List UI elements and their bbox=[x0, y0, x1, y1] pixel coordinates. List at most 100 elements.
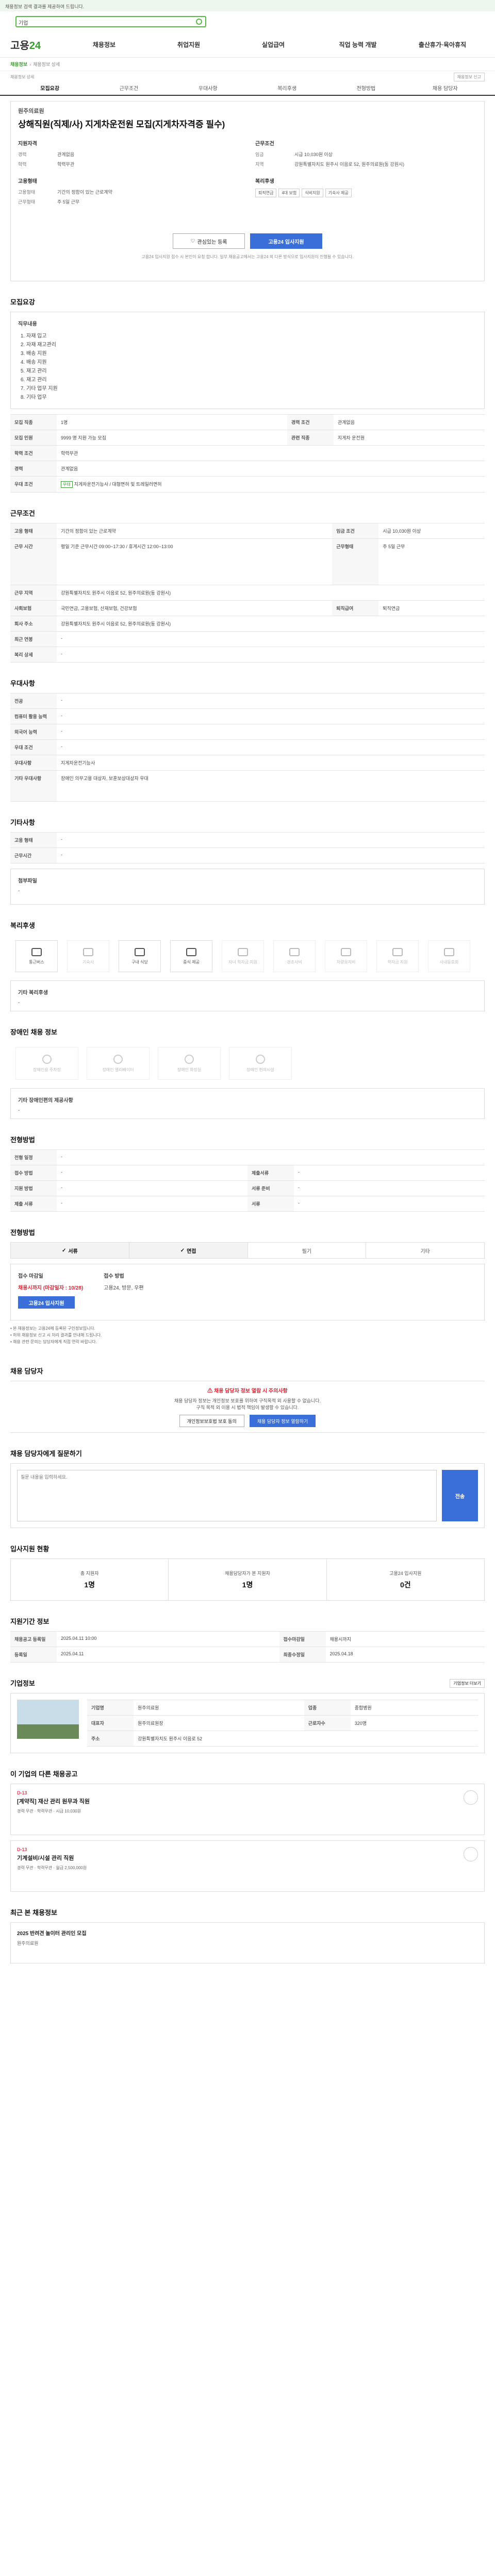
apply-deadline-block: 접수 마감일 채용시까지 (마감일자 : 10/28) 고용24 입사지원 bbox=[18, 1272, 83, 1313]
method-etc[interactable]: 기타 bbox=[366, 1243, 484, 1258]
benefit-label: 차량유지비 bbox=[336, 959, 356, 964]
table-cell: 주 5일 근무 bbox=[378, 538, 485, 585]
gnb-item-jobs[interactable]: 채용정보 bbox=[62, 40, 146, 49]
tab-recruit[interactable]: 모집요강 bbox=[10, 84, 89, 95]
benefit-item: 경조사비 bbox=[273, 940, 316, 972]
table-row: 등록일 2025.04.11 최종수정일 2025.04.18 bbox=[10, 1647, 485, 1663]
contact-warn: ⚠ 채용 담당자 정보 열람 시 주의사항 bbox=[10, 1386, 485, 1394]
benefit-label: 중식 제공 bbox=[183, 959, 200, 964]
table-cell: 우대 지게차운전기능사 / 대형면허 및 트레일러면허 bbox=[57, 476, 485, 493]
employment-list: 고용형태 기간의 정함이 있는 근로계약 근무형태 주 5일 근무 bbox=[18, 189, 240, 205]
table-cell: - bbox=[57, 631, 485, 647]
benefit-item: 학자금 지원 bbox=[376, 940, 419, 972]
tab-pref[interactable]: 우대사항 bbox=[169, 84, 248, 95]
benefit-label: 경조사비 bbox=[287, 959, 302, 964]
gnb-item-support[interactable]: 취업지원 bbox=[146, 40, 231, 49]
scrap-label: 관심있는 등록 bbox=[197, 239, 227, 245]
gnb-item-unemployment[interactable]: 실업급여 bbox=[231, 40, 316, 49]
bullet-text: 채용 관련 문의는 담당자에게 직접 연락 바랍니다. bbox=[13, 1339, 97, 1344]
table-header: 기타 우대사항 bbox=[10, 770, 57, 802]
scrap-button[interactable]: ♡ 관심있는 등록 bbox=[173, 233, 245, 249]
table-cell: - bbox=[57, 832, 485, 848]
question-input[interactable] bbox=[17, 1470, 437, 1522]
list-item: 배송 지원 bbox=[26, 349, 477, 357]
bookmark-icon[interactable] bbox=[464, 1790, 478, 1805]
disability-etc-label: 기타 장애인편의 제공사항 bbox=[18, 1098, 73, 1104]
gnb-item-training[interactable]: 직업 능력 개발 bbox=[316, 40, 400, 49]
table-header: 서류 bbox=[248, 1196, 294, 1212]
dday-badge: D-13 bbox=[17, 1847, 27, 1853]
send-button[interactable]: 전송 bbox=[442, 1470, 478, 1522]
benefit-icon bbox=[135, 947, 145, 956]
section-title-other-jobs: 이 기업의 다른 채용공고 bbox=[10, 1770, 78, 1778]
dates-table: 채용공고 등록일 2025.04.11 10:00 접수마감일 채용시까지 등록일 20… bbox=[10, 1631, 485, 1663]
benefit-label: 기숙사 bbox=[82, 959, 94, 964]
recent-job-title[interactable]: 2025 반려견 놀이터 관리인 모집 bbox=[17, 1929, 478, 1937]
table-row: 학력 조건 학력무관 bbox=[10, 445, 485, 461]
tab-screening[interactable]: 전형방법 bbox=[326, 84, 405, 95]
privacy-agree-button[interactable]: 개인정보보호법 보호 동의 bbox=[179, 1415, 244, 1428]
method-interview[interactable]: ✓ 면접 bbox=[129, 1243, 248, 1258]
kv-key: 지역 bbox=[255, 162, 264, 167]
company-more-button[interactable]: 기업정보 더보기 bbox=[450, 1679, 485, 1688]
method-written[interactable]: 필기 bbox=[248, 1243, 367, 1258]
global-nav: 채용정보 취업지원 실업급여 직업 능력 개발 출산휴가·육아휴직 bbox=[62, 40, 485, 49]
table-header: 사회보험 bbox=[10, 600, 57, 616]
company-name[interactable]: 원주의료원 bbox=[18, 107, 477, 115]
job-card-title[interactable]: 기계설비/시설 관리 직원 bbox=[17, 1854, 87, 1862]
section-title-qa: 채용 담당자에게 질문하기 bbox=[10, 1450, 82, 1458]
table-row: 접수 방법 - 제출서류 - bbox=[10, 1165, 485, 1181]
table-row: 근무시간 - bbox=[10, 848, 485, 863]
table-row: 전공 - bbox=[10, 693, 485, 709]
table-header: 최종수정일 bbox=[279, 1647, 326, 1663]
table-row: 복리 상세 - bbox=[10, 647, 485, 663]
summary-cols: 지원자격 경력 관계없음 학력 학력무관 고용형태 고용형태 기간의 정함이 있는 근… bbox=[18, 139, 477, 205]
screening-table: 전형 일정 - 접수 방법 - 제출서류 - 지원 방법 - 서류 준비 - 제출 서류 - 서류… bbox=[10, 1149, 485, 1212]
tab-benefit[interactable]: 복리후생 bbox=[248, 84, 326, 95]
section-title-recruit: 모집요강 bbox=[10, 298, 35, 306]
table-header: 복리 상세 bbox=[10, 647, 57, 663]
recent-job-card[interactable]: 2025 반려견 놀이터 관리인 모집 원주의료원 bbox=[10, 1922, 485, 1964]
bookmark-icon[interactable] bbox=[464, 1847, 478, 1862]
list-item: 자재 입고 bbox=[26, 331, 477, 339]
job-card-title[interactable]: [계약직] 재산 관리 원무과 직원 bbox=[17, 1797, 90, 1805]
logo[interactable]: 고용24 bbox=[10, 37, 62, 52]
accessibility-icon bbox=[256, 1054, 265, 1064]
apply-button-2[interactable]: 고용24 입사지원 bbox=[18, 1296, 75, 1309]
table-row: 기업명 원주의료원 업종 종합병원 bbox=[87, 1700, 478, 1716]
search-icon[interactable] bbox=[196, 19, 202, 25]
table-row: 회사 주소 강원특별자치도 원주시 이음로 52, 원주의료원(동 강원시) bbox=[10, 616, 485, 632]
view-contact-button[interactable]: 채용 담당자 정보 열람하기 bbox=[249, 1415, 316, 1428]
gnb-item-leave[interactable]: 출산휴가·육아휴직 bbox=[400, 40, 485, 49]
table-header: 전공 bbox=[10, 693, 57, 709]
list-item[interactable]: D-13 [계약직] 재산 관리 원무과 직원 경력 무관 · 학력무관 · 시… bbox=[10, 1784, 485, 1836]
table-header: 학력 조건 bbox=[10, 445, 57, 461]
stat-value: 1명 bbox=[242, 1580, 253, 1589]
welfare-chip: 4대 보험 bbox=[278, 189, 300, 197]
bullet: • 채용 관련 문의는 담당자에게 직접 연락 바랍니다. bbox=[10, 1339, 97, 1344]
table-row: 컴퓨터 활용 능력 - bbox=[10, 708, 485, 724]
benefit-label: 구내 식당 bbox=[131, 959, 148, 964]
tab-work[interactable]: 근무조건 bbox=[89, 84, 168, 95]
table-cell: - bbox=[294, 1180, 485, 1196]
method-label: 필기 bbox=[302, 1248, 312, 1255]
job-card-meta: 경력 무관 · 학력무관 · 시급 10,030원 bbox=[17, 1809, 81, 1814]
section-title-other: 기타사항 bbox=[10, 819, 35, 826]
apply-button[interactable]: 고용24 입사지원 bbox=[250, 233, 322, 249]
table-header: 지원 방법 bbox=[10, 1180, 57, 1196]
duty-label: 직무내용 bbox=[18, 321, 37, 327]
report-button[interactable]: 채용정보 신고 bbox=[453, 72, 485, 81]
table-header: 최근 연봉 bbox=[10, 631, 57, 647]
search-tag[interactable]: 기업 bbox=[19, 19, 28, 26]
table-row: 우대 조건 - bbox=[10, 739, 485, 755]
list-item[interactable]: D-13 기계설비/시설 관리 직원 경력 무관 · 학력무관 · 월급 2,5… bbox=[10, 1840, 485, 1892]
tab-contact[interactable]: 채용 담당자 bbox=[406, 84, 485, 95]
search-input[interactable]: 기업 bbox=[15, 16, 206, 27]
table-row: 제출 서류 - 서류 - bbox=[10, 1196, 485, 1212]
check-icon: ✓ bbox=[61, 1247, 67, 1253]
breadcrumb-home[interactable]: 채용정보 bbox=[10, 61, 27, 67]
stat-label: 총 지원자 bbox=[80, 1570, 99, 1576]
welfare-label: 복리후생 bbox=[255, 179, 274, 184]
table-cell: 1명 bbox=[57, 414, 287, 430]
method-document[interactable]: ✓ 서류 bbox=[11, 1243, 129, 1258]
